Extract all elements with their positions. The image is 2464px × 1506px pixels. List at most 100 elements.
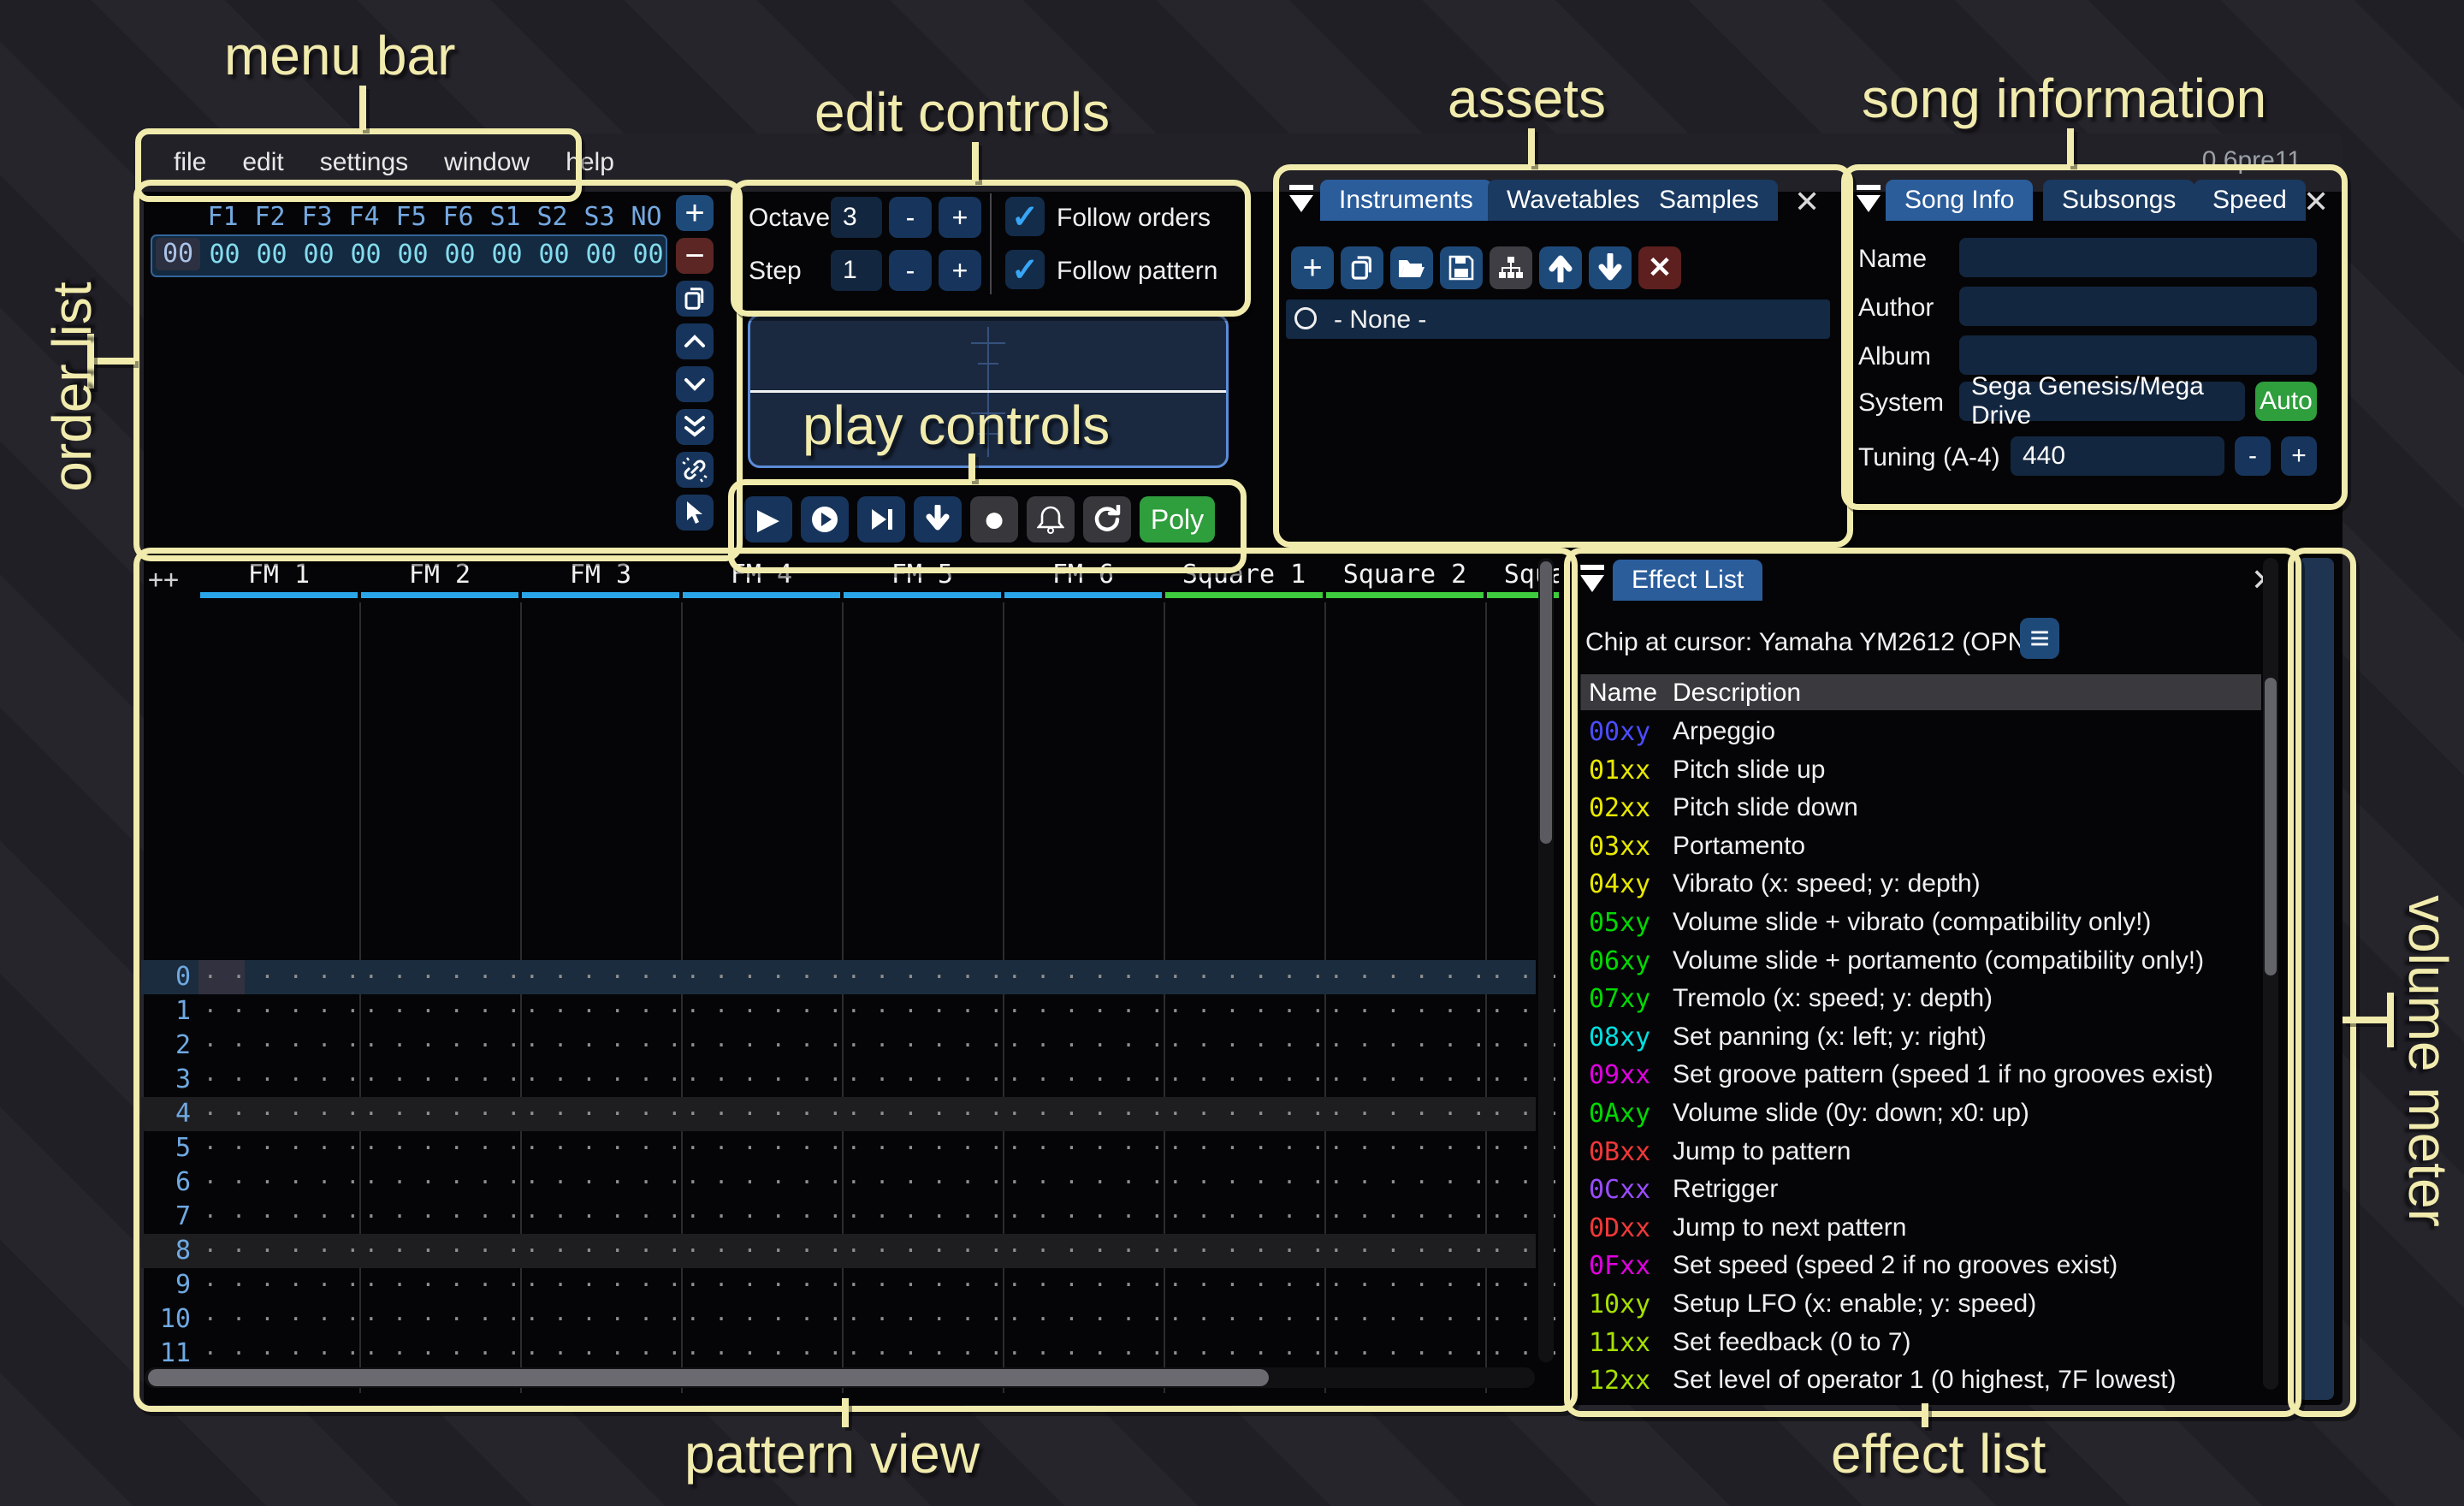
pattern-cell[interactable]: · · · · · · · · · · · <box>1169 1302 1323 1337</box>
pattern-cell[interactable]: · · · · · · · · · · · <box>1008 1268 1162 1302</box>
order-cell[interactable]: 00 <box>530 240 578 270</box>
order-cell[interactable]: 00 <box>201 240 248 270</box>
pattern-cell[interactable]: · · · · · · · · · · · <box>1330 1234 1484 1268</box>
poly-button[interactable]: Poly <box>1140 496 1215 543</box>
pattern-cell[interactable]: · · · · · · · · · · · <box>1169 1268 1323 1302</box>
pattern-cell[interactable]: · · · · · · · · · · · <box>1169 1234 1323 1268</box>
pattern-cell[interactable]: · · · · · · · · · · · <box>525 1268 679 1302</box>
pattern-cell[interactable]: · · · · · · · · · · · <box>847 1131 1001 1165</box>
pattern-cell[interactable]: · · · · · · · · · · · <box>1169 1063 1323 1097</box>
system-value[interactable]: Sega Genesis/Mega Drive <box>1959 382 2245 421</box>
step-value[interactable]: 1 <box>831 250 882 291</box>
pattern-cell[interactable]: · · · · · · · · · · · <box>364 1337 518 1371</box>
pattern-cell[interactable]: · · · · · · · · · · · <box>847 1165 1001 1200</box>
pattern-cell[interactable]: · · · · · · · · · · · <box>847 960 1001 994</box>
pattern-cell[interactable]: · · · · · · · · · · · <box>364 1097 518 1131</box>
effect-row[interactable]: 01xxPitch slide up <box>1580 752 2261 790</box>
tab-samples[interactable]: Samples <box>1640 180 1778 221</box>
collapse-icon[interactable] <box>1855 181 1884 216</box>
author-field[interactable] <box>1959 287 2317 326</box>
follow-pattern-checkbox[interactable]: ✓ <box>1005 250 1045 289</box>
pattern-cell[interactable]: · · · · · · · · · · · <box>364 1063 518 1097</box>
asset-list-item[interactable]: - None - <box>1286 299 1830 339</box>
pattern-cell[interactable]: · · · · · · · · · · · <box>364 1200 518 1234</box>
step-plus-button[interactable]: + <box>939 250 981 291</box>
effect-vscrollbar-thumb[interactable] <box>2265 678 2277 975</box>
asset-duplicate-button[interactable] <box>1341 246 1383 289</box>
pattern-cell[interactable]: · · · · · · · · · · · <box>847 1234 1001 1268</box>
pattern-cell[interactable]: · · · · · · · · · · · <box>1169 1029 1323 1063</box>
pattern-cell[interactable]: · · · · · · · · · · · <box>847 1337 1001 1371</box>
order-cell[interactable]: 00 <box>295 240 342 270</box>
pattern-cell[interactable]: · · · · · · · · · · · <box>1008 1200 1162 1234</box>
effect-row[interactable]: 03xxPortamento <box>1580 828 2261 866</box>
menu-item-settings[interactable]: settings <box>320 133 408 192</box>
channel-header-fm-4[interactable]: FM 4 <box>681 560 842 590</box>
order-row-index[interactable]: 00 <box>156 238 200 270</box>
name-field[interactable] <box>1959 238 2317 277</box>
metronome-button[interactable] <box>1027 496 1075 543</box>
pattern-hscrollbar-thumb[interactable] <box>148 1369 1269 1386</box>
order-cell[interactable]: 00 <box>342 240 389 270</box>
play-pattern-button[interactable] <box>801 496 849 543</box>
pattern-cell[interactable]: · · · · · · · · · · · <box>204 1063 358 1097</box>
pattern-cell[interactable]: · · · · · · · · · · · <box>1330 960 1484 994</box>
effect-row[interactable]: 05xyVolume slide + vibrato (compatibilit… <box>1580 904 2261 942</box>
play-button[interactable]: ▶ <box>744 496 792 543</box>
pattern-cell[interactable]: · · · · · · · · · · · <box>1169 1097 1323 1131</box>
auto-button[interactable]: Auto <box>2255 382 2317 421</box>
pattern-cell[interactable]: · · · · · · · · · · · <box>1330 1165 1484 1200</box>
effect-row[interactable]: 10xySetup LFO (x: enable; y: speed) <box>1580 1286 2261 1324</box>
pattern-cell[interactable]: · · · · · · · · · · · <box>1008 994 1162 1029</box>
pattern-body[interactable]: 0· · · · · · · · · · ·· · · · · · · · · … <box>141 602 1559 1393</box>
pattern-cell[interactable]: · · · · · · · · · · · <box>1169 1165 1323 1200</box>
order-cell[interactable]: 00 <box>248 240 295 270</box>
pattern-cell[interactable]: · · · · · · · · · · · <box>686 1131 840 1165</box>
pattern-cell[interactable]: · · · · · · · · · · · <box>525 1302 679 1337</box>
pattern-cell[interactable]: · · · · · · · · · · · <box>204 1337 358 1371</box>
tab-instruments[interactable]: Instruments <box>1320 180 1492 221</box>
pattern-cell[interactable]: · · · · · · · · · · · <box>847 1268 1001 1302</box>
pattern-cell[interactable]: · · · · · · · · · · · <box>364 1234 518 1268</box>
pattern-cell[interactable]: · · · · · · · · · · · <box>1330 1200 1484 1234</box>
pattern-cell[interactable]: · · · · · · · · · · · <box>686 1234 840 1268</box>
pattern-cell[interactable]: · · · · · · · · · · · <box>686 1268 840 1302</box>
pattern-cell[interactable]: · · · · · · · · · · · <box>1008 1302 1162 1337</box>
asset-add-button[interactable]: + <box>1291 246 1334 289</box>
follow-orders-checkbox[interactable]: ✓ <box>1005 197 1045 236</box>
pattern-cell[interactable]: · · · · · · · · · · · <box>364 1131 518 1165</box>
tuning-value[interactable]: 440 <box>2011 436 2224 476</box>
pattern-cell[interactable]: · · · · · · · · · · · <box>204 1234 358 1268</box>
effect-row[interactable]: 02xxPitch slide down <box>1580 790 2261 827</box>
order-cell[interactable]: 00 <box>389 240 436 270</box>
tab-effect-list[interactable]: Effect List <box>1613 560 1762 601</box>
order-duplicate-end-button[interactable] <box>676 409 714 445</box>
pattern-hscrollbar[interactable] <box>145 1367 1535 1388</box>
effect-row[interactable]: 12xxSet level of operator 1 (0 highest, … <box>1580 1362 2261 1393</box>
menu-item-edit[interactable]: edit <box>242 133 283 192</box>
pattern-cell[interactable]: · · · · · · · · · · · <box>1008 1234 1162 1268</box>
collapse-icon[interactable] <box>1288 181 1317 216</box>
effect-row[interactable]: 00xyArpeggio <box>1580 714 2261 751</box>
pattern-cell[interactable]: · · · · · · · · · · · <box>847 994 1001 1029</box>
effect-row[interactable]: 0CxxRetrigger <box>1580 1171 2261 1209</box>
tab-wavetables[interactable]: Wavetables <box>1488 180 1659 221</box>
collapse-icon[interactable] <box>1578 561 1608 596</box>
asset-open-button[interactable] <box>1390 246 1433 289</box>
asset-delete-button[interactable]: ✕ <box>1638 246 1681 289</box>
effect-row[interactable]: 0DxxJump to next pattern <box>1580 1210 2261 1248</box>
effect-row[interactable]: 11xxSet feedback (0 to 7) <box>1580 1325 2261 1362</box>
pattern-cell[interactable]: · · · · · · · · · · · <box>204 1268 358 1302</box>
pattern-cell[interactable]: · · · · · · · · · · · <box>1008 960 1162 994</box>
order-cell[interactable]: 00 <box>625 240 672 270</box>
pattern-cell[interactable]: · · · · · · · · · · · <box>525 994 679 1029</box>
pattern-cell[interactable]: · · · · · · · · · · · <box>1008 1063 1162 1097</box>
effect-vscrollbar[interactable] <box>2263 558 2278 1390</box>
effect-row[interactable]: 08xySet panning (x: left; y: right) <box>1580 1019 2261 1057</box>
pattern-cell[interactable]: · · · · · · · · · · · <box>525 1337 679 1371</box>
order-duplicate-button[interactable] <box>676 281 714 317</box>
channel-header-fm-2[interactable]: FM 2 <box>359 560 520 590</box>
pattern-cell[interactable]: · · · · · · · · · · · <box>686 960 840 994</box>
menu-item-help[interactable]: help <box>566 133 614 192</box>
pattern-cell[interactable]: · · · · · · · · · · · <box>847 1063 1001 1097</box>
